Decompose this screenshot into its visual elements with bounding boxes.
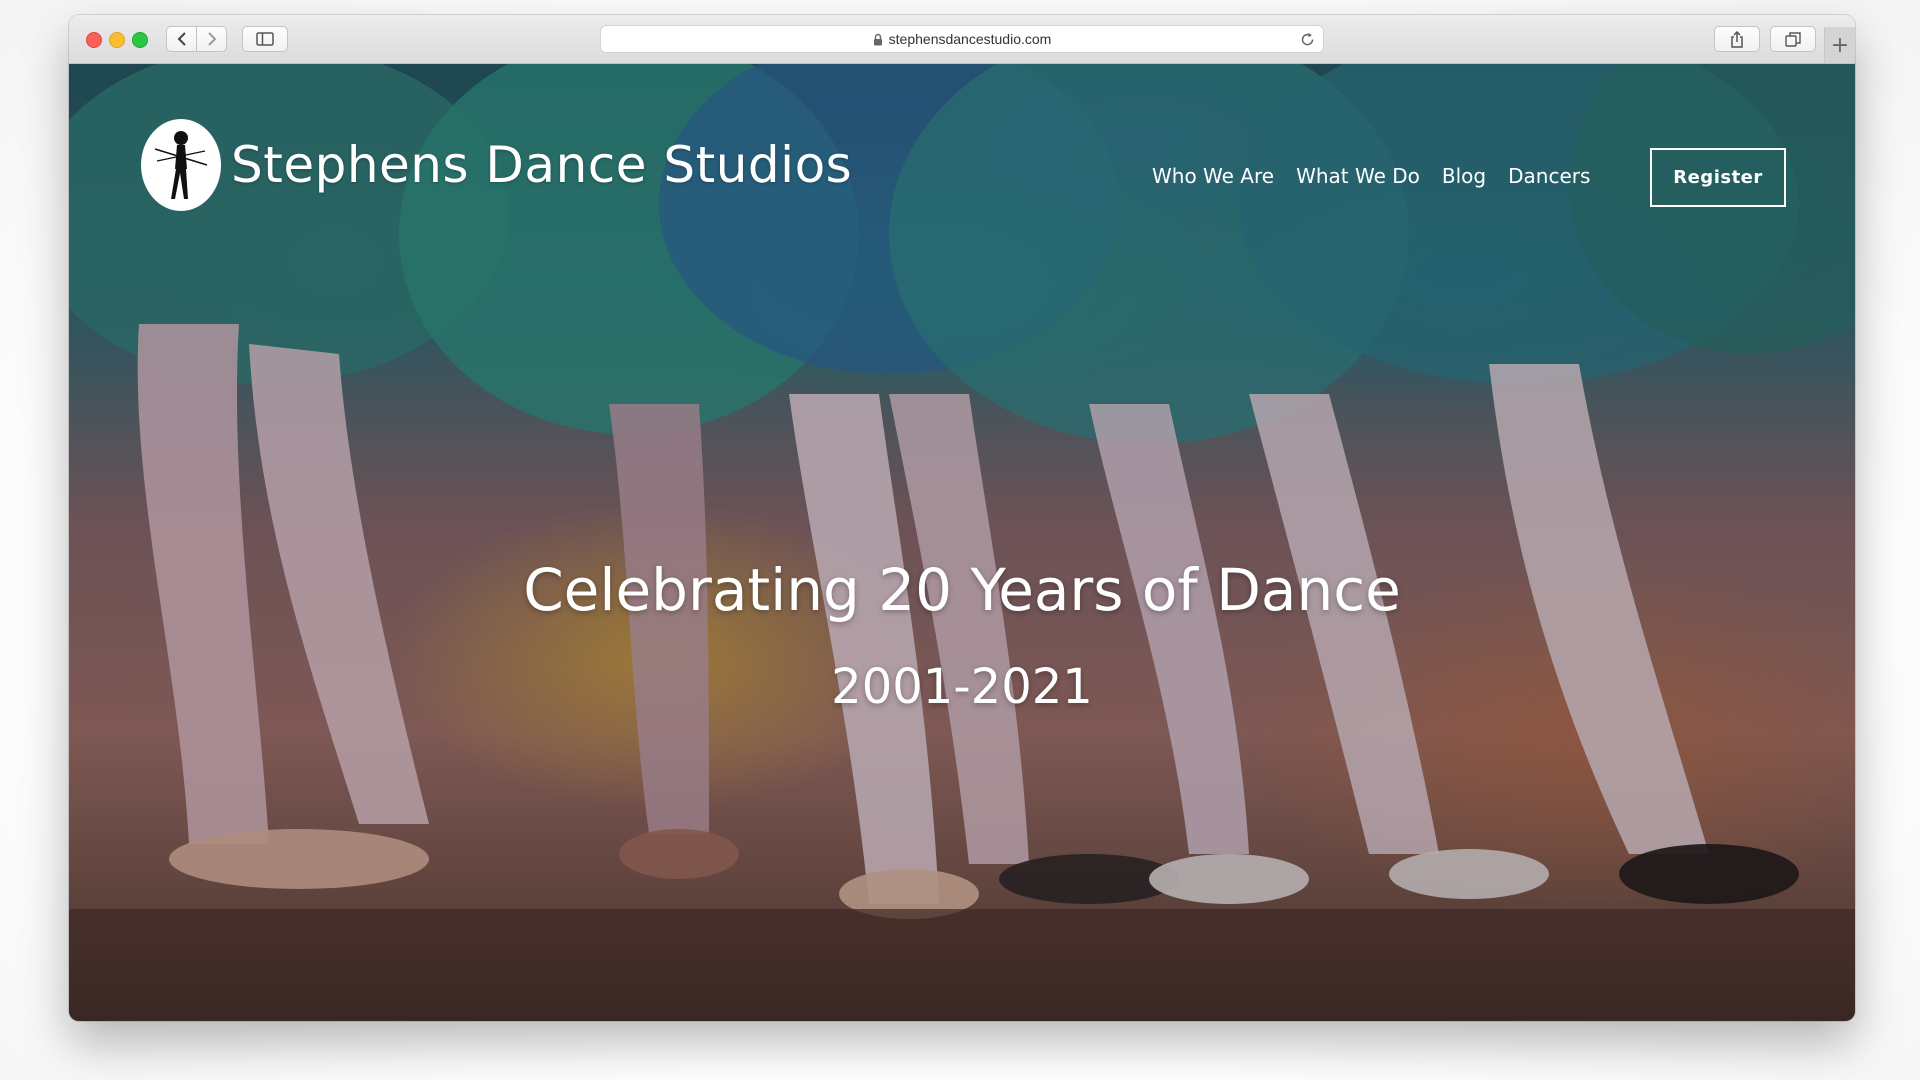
chevron-left-icon [177,32,186,46]
dancer-logo-icon[interactable] [141,119,221,211]
share-button[interactable] [1714,26,1760,52]
browser-window: stephensdancestudio.com + Stephens Dance… [69,15,1855,1021]
plus-icon: + [1830,32,1850,58]
hero-section: Stephens Dance Studios Who We Are What W… [69,64,1855,1021]
hero-subhead: 2001-2021 [831,659,1093,715]
back-button[interactable] [166,26,197,52]
url-text: stephensdancestudio.com [888,31,1052,47]
hero-headline: Celebrating 20 Years of Dance [523,556,1401,624]
zoom-window-button[interactable] [132,32,148,48]
desktop-background: stephensdancestudio.com + Stephens Dance… [0,0,1920,1080]
address-bar[interactable]: stephensdancestudio.com [600,25,1324,53]
site-title[interactable]: Stephens Dance Studios [231,136,852,194]
show-tabs-button[interactable] [1770,26,1816,52]
sidebar-toggle-button[interactable] [242,26,288,52]
site-brand[interactable]: Stephens Dance Studios [141,119,852,211]
forward-button[interactable] [196,26,227,52]
nav-who-we-are[interactable]: Who We Are [1152,164,1274,188]
lock-icon [873,33,883,46]
new-tab-button[interactable]: + [1824,27,1855,63]
main-nav: Who We Are What We Do Blog Dancers [1152,164,1590,188]
tabs-icon [1785,31,1801,47]
nav-blog[interactable]: Blog [1442,164,1486,188]
sidebar-icon [256,32,274,46]
reload-icon[interactable] [1300,32,1315,47]
nav-what-we-do[interactable]: What We Do [1296,164,1420,188]
register-button[interactable]: Register [1650,148,1786,207]
browser-toolbar: stephensdancestudio.com + [69,15,1855,64]
share-icon [1731,30,1743,48]
nav-dancers[interactable]: Dancers [1508,164,1590,188]
chevron-right-icon [207,32,216,46]
site-header: Stephens Dance Studios Who We Are What W… [69,64,1855,224]
minimize-window-button[interactable] [109,32,125,48]
close-window-button[interactable] [86,32,102,48]
